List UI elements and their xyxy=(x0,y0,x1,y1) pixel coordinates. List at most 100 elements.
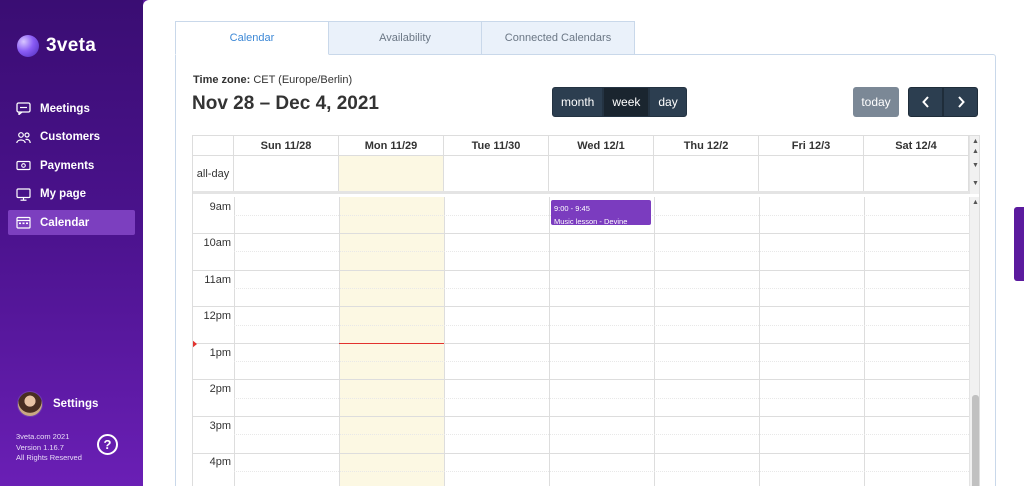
today-button[interactable]: today xyxy=(853,87,899,117)
chevron-right-icon[interactable] xyxy=(943,87,978,117)
scroll-up-icon[interactable]: ▲ xyxy=(971,138,979,145)
day-column[interactable] xyxy=(760,197,865,486)
allday-cell[interactable] xyxy=(444,156,549,191)
allday-cell[interactable] xyxy=(654,156,759,191)
allday-cell-today[interactable] xyxy=(339,156,444,191)
event-time: 9:00 - 9:45 xyxy=(554,204,590,213)
month-view-button[interactable]: month xyxy=(552,87,604,117)
help-icon[interactable]: ? xyxy=(97,434,118,455)
tab-connected-calendars[interactable]: Connected Calendars xyxy=(481,21,635,55)
sidebar-footer: 3veta.com 2021 Version 1.16.7 All Rights… xyxy=(16,432,82,464)
sidebar-item-label: Customers xyxy=(40,131,101,143)
sidebar-item-meetings[interactable]: Meetings xyxy=(8,96,135,121)
calendar-event[interactable]: 9:00 - 9:45 Music lesson - Devine xyxy=(551,200,651,225)
scroll-down-icon[interactable]: ▼ xyxy=(971,180,979,187)
hour-label: 9am xyxy=(209,201,231,213)
half-hour-line xyxy=(234,471,969,472)
chevron-left-icon[interactable] xyxy=(908,87,943,117)
brand-name: 3veta xyxy=(46,35,97,56)
week-view-button[interactable]: week xyxy=(603,87,650,117)
footer-version: Version 1.16.7 xyxy=(16,442,64,452)
monitor-icon xyxy=(16,187,31,201)
tab-bar: Calendar Availability Connected Calendar… xyxy=(175,21,635,55)
sidebar-nav: Meetings Customers Payments My page Cale… xyxy=(8,96,135,239)
sidebar-item-payments[interactable]: Payments xyxy=(8,153,135,178)
sidebar-item-label: Calendar xyxy=(40,216,90,229)
sidebar-item-label: Meetings xyxy=(40,102,90,115)
day-column[interactable] xyxy=(550,197,655,486)
timezone-label: Time zone: xyxy=(193,74,251,86)
calendar-icon xyxy=(16,216,31,229)
day-header[interactable]: Mon 11/29 xyxy=(339,136,444,155)
day-header[interactable]: Thu 12/2 xyxy=(654,136,759,155)
hour-line xyxy=(193,270,969,271)
settings-link[interactable]: Settings xyxy=(17,391,98,417)
day-header[interactable]: Wed 12/1 xyxy=(549,136,654,155)
event-title: Music lesson - Devine xyxy=(554,217,628,225)
day-column[interactable] xyxy=(655,197,760,486)
hour-line xyxy=(193,343,969,344)
half-hour-line xyxy=(234,398,969,399)
logo[interactable]: 3veta xyxy=(17,35,96,57)
allday-cell[interactable] xyxy=(759,156,864,191)
allday-cell[interactable] xyxy=(234,156,339,191)
tab-calendar[interactable]: Calendar xyxy=(175,21,329,55)
header-gutter xyxy=(193,136,234,155)
time-grid-scrollbar[interactable]: ▲ xyxy=(969,197,979,486)
half-hour-line xyxy=(234,434,969,435)
main-panel: Calendar Availability Connected Calendar… xyxy=(143,0,1014,486)
hour-label: 11am xyxy=(204,274,231,286)
allday-cell[interactable] xyxy=(549,156,654,191)
cash-icon xyxy=(16,159,31,172)
scroll-up-icon[interactable]: ▲ xyxy=(971,148,979,155)
date-nav xyxy=(908,87,978,117)
settings-label: Settings xyxy=(53,398,99,410)
hour-line xyxy=(193,379,969,380)
day-column[interactable] xyxy=(865,197,970,486)
scroll-up-icon[interactable]: ▲ xyxy=(971,199,979,206)
day-header-row: Sun 11/28 Mon 11/29 Tue 11/30 Wed 12/1 T… xyxy=(193,136,969,156)
day-column[interactable] xyxy=(235,197,340,486)
half-hour-line xyxy=(234,325,969,326)
hour-label: 3pm xyxy=(209,420,231,432)
feedback-tab[interactable] xyxy=(1014,207,1024,281)
day-header[interactable]: Sun 11/28 xyxy=(234,136,339,155)
day-header[interactable]: Fri 12/3 xyxy=(759,136,864,155)
hour-label: 4pm xyxy=(209,456,231,468)
day-view-button[interactable]: day xyxy=(649,87,687,117)
scrollbar-thumb[interactable] xyxy=(972,395,979,486)
tab-availability[interactable]: Availability xyxy=(328,21,482,55)
day-column-today[interactable] xyxy=(340,197,445,486)
half-hour-line xyxy=(234,251,969,252)
timezone-value: CET (Europe/Berlin) xyxy=(253,74,353,86)
sidebar-item-customers[interactable]: Customers xyxy=(8,125,135,150)
scroll-down-icon[interactable]: ▼ xyxy=(971,162,979,169)
logo-icon xyxy=(17,35,39,57)
sidebar-item-my-page[interactable]: My page xyxy=(8,182,135,207)
week-grid: Sun 11/28 Mon 11/29 Tue 11/30 Wed 12/1 T… xyxy=(192,135,980,486)
allday-cell[interactable] xyxy=(864,156,969,191)
calendar-card: Time zone: CET (Europe/Berlin) Nov 28 – … xyxy=(175,54,996,486)
allday-row: all-day xyxy=(193,156,969,194)
half-hour-line xyxy=(234,361,969,362)
hour-line xyxy=(193,416,969,417)
allday-label: all-day xyxy=(193,156,234,191)
date-range-title: Nov 28 – Dec 4, 2021 xyxy=(192,93,379,114)
allday-scrollbar[interactable]: ▲ ▲ ▼ ▼ xyxy=(969,136,979,194)
day-header[interactable]: Tue 11/30 xyxy=(444,136,549,155)
sidebar-item-label: My page xyxy=(40,188,87,200)
users-icon xyxy=(16,131,31,144)
hour-line xyxy=(193,453,969,454)
footer-site: 3veta.com 2021 xyxy=(16,432,70,441)
sidebar-item-calendar[interactable]: Calendar xyxy=(8,210,135,235)
half-hour-line xyxy=(234,288,969,289)
hour-line xyxy=(193,306,969,307)
time-grid: 9am 10am 11am 12pm 1pm 2pm 3pm 4pm 9:00 … xyxy=(193,197,970,486)
hour-label: 12pm xyxy=(203,310,231,322)
chat-icon xyxy=(16,102,31,115)
now-indicator-line xyxy=(339,343,444,344)
hour-label: 1pm xyxy=(209,347,231,359)
footer-rights: All Rights Reserved xyxy=(16,453,82,462)
day-column[interactable] xyxy=(445,197,550,486)
day-header[interactable]: Sat 12/4 xyxy=(864,136,969,155)
